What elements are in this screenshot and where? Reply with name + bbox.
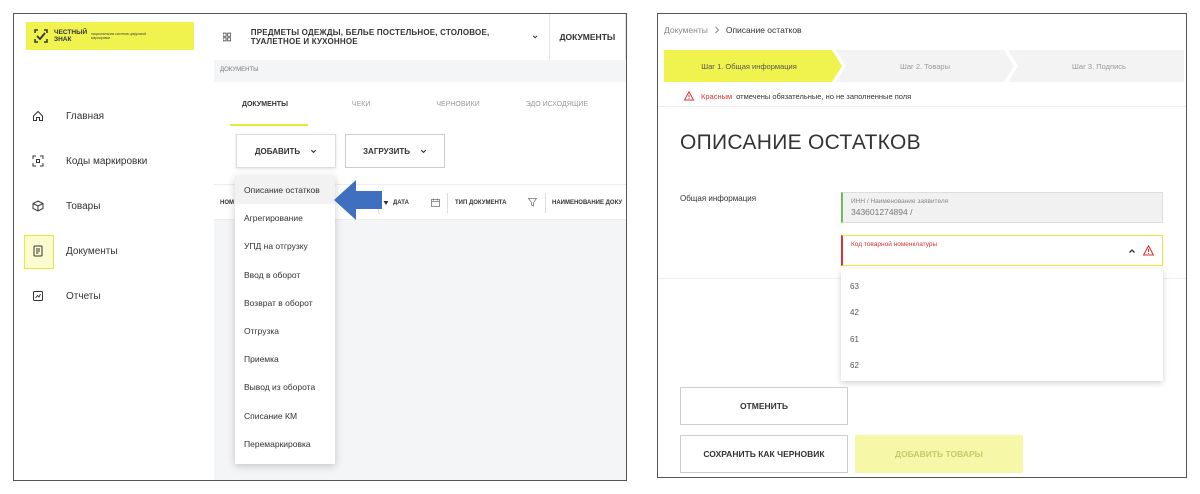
- sidebar-item-codes[interactable]: Коды маркировки: [24, 145, 214, 177]
- step-3-sign[interactable]: Шаг 3. Подпись: [1014, 50, 1184, 82]
- calendar-icon[interactable]: [431, 198, 440, 207]
- upload-button[interactable]: ЗАГРУЗИТЬ: [345, 134, 445, 168]
- warning-icon: [684, 91, 694, 101]
- step-1-general[interactable]: Шаг 1. Общая информация: [664, 50, 834, 82]
- step-2-goods[interactable]: Шаг 2. Товары: [842, 50, 1008, 82]
- divider: [548, 14, 550, 60]
- menu-item-return[interactable]: Возврат в оборот: [235, 289, 335, 317]
- menu-item-writeoff[interactable]: Списание КМ: [235, 402, 335, 430]
- home-icon: [33, 110, 43, 121]
- add-button-label: ДОБАВИТЬ: [254, 146, 301, 156]
- menu-item-stock-description[interactable]: Описание остатков: [235, 176, 335, 205]
- breadcrumb: Документы Описание остатков: [664, 25, 802, 35]
- warning-icon: [1143, 245, 1154, 256]
- chevron-down-icon[interactable]: [532, 33, 538, 41]
- chevron-down-icon: [420, 149, 427, 153]
- menu-item-upd-shipment[interactable]: УПД на отгрузку: [235, 232, 335, 260]
- breadcrumb: ДОКУМЕНТЫ: [220, 67, 259, 73]
- tab-receipts[interactable]: ЧЕКИ: [352, 82, 370, 126]
- sidebar-item-label: Отчеты: [66, 290, 101, 302]
- topbar-documents-link[interactable]: ДОКУМЕНТЫ: [559, 32, 615, 42]
- upload-button-label: ЗАГРУЗИТЬ: [363, 146, 410, 156]
- code-option[interactable]: 61: [841, 326, 1163, 353]
- right-screenshot-panel: Документы Описание остатков Шаг 1. Общая…: [657, 13, 1187, 478]
- tab-drafts[interactable]: ЧЕРНОВИКИ: [436, 82, 479, 126]
- chevron-up-icon[interactable]: [1128, 248, 1136, 254]
- sidebar-item-reports[interactable]: Отчеты: [24, 280, 214, 312]
- column-header-date[interactable]: ДАТА: [393, 185, 409, 221]
- cancel-button[interactable]: ОТМЕНИТЬ: [680, 387, 848, 425]
- stepper: Шаг 1. Общая информация Шаг 2. Товары Ша…: [664, 50, 1184, 82]
- product-code-label: Код товарной номенклатуры: [851, 241, 938, 248]
- tabs-bar: ДОКУМЕНТЫ ЧЕКИ ЧЕРНОВИКИ ЭДО ИСХОДЯЩИЕ: [214, 82, 626, 126]
- required-notice-red: Красным: [701, 91, 733, 101]
- divider: [625, 14, 626, 60]
- add-button[interactable]: ДОБАВИТЬ: [236, 134, 336, 168]
- divider: [658, 106, 1186, 107]
- tab-edo-outgoing[interactable]: ЭДО ИСХОДЯЩИЕ: [526, 82, 588, 126]
- sidebar-item-home[interactable]: Главная: [24, 100, 214, 132]
- qr-scan-icon: [32, 155, 44, 167]
- required-fields-notice: Красным отмечены обязательные, но не зап…: [684, 91, 911, 101]
- code-option[interactable]: 42: [841, 300, 1163, 327]
- sidebar-item-documents[interactable]: Документы: [24, 235, 214, 269]
- column-header-doc-name[interactable]: НАИМЕНОВАНИЕ ДОКУ: [552, 185, 622, 221]
- filter-icon[interactable]: [528, 198, 537, 207]
- menu-item-acceptance[interactable]: Приемка: [235, 345, 335, 373]
- code-option[interactable]: 63: [841, 273, 1163, 300]
- chevron-right-icon: [714, 26, 720, 34]
- report-icon: [33, 291, 43, 301]
- tab-documents[interactable]: ДОКУМЕНТЫ: [230, 82, 308, 126]
- grid-icon[interactable]: [223, 32, 231, 42]
- product-code-select[interactable]: Код товарной номенклатуры: [841, 235, 1163, 266]
- product-category-select[interactable]: ПРЕДМЕТЫ ОДЕЖДЫ, БЕЛЬЕ ПОСТЕЛЬНОЕ, СТОЛО…: [251, 28, 523, 46]
- logo[interactable]: ЧЕСТНЫЙ ЗНАК национальная система цифров…: [26, 22, 194, 50]
- document-icon: [33, 245, 43, 257]
- inn-field-value: 343601274894 /: [851, 207, 913, 217]
- column-header-doc-type[interactable]: ТИП ДОКУМЕНТА: [455, 185, 506, 221]
- page-title: ОПИСАНИЕ ОСТАТКОВ: [680, 131, 921, 154]
- inn-field: ИНН / Наименование заявителя 34360127489…: [841, 192, 1163, 223]
- required-notice-text: отмечены обязательные, но не заполненные…: [736, 91, 912, 101]
- column-header-number[interactable]: НОМ: [220, 185, 234, 221]
- logo-mark-icon: [34, 29, 48, 43]
- section-label: Общая информация: [680, 194, 757, 203]
- add-goods-button[interactable]: ДОБАВИТЬ ТОВАРЫ: [855, 435, 1023, 473]
- product-code-options: 63 42 61 62: [841, 269, 1163, 381]
- save-draft-button[interactable]: СОХРАНИТЬ КАК ЧЕРНОВИК: [680, 435, 848, 473]
- add-dropdown-menu: Описание остатков Агрегирование УПД на о…: [235, 176, 335, 464]
- breadcrumb-parent-link[interactable]: Документы: [664, 25, 708, 35]
- sidebar-item-goods[interactable]: Товары: [24, 190, 214, 222]
- menu-item-shipment[interactable]: Отгрузка: [235, 317, 335, 345]
- sidebar-item-label: Главная: [66, 110, 105, 122]
- divider: [447, 193, 448, 213]
- sidebar-item-label: Документы: [66, 245, 118, 257]
- menu-item-aggregation[interactable]: Агрегирование: [235, 204, 335, 232]
- chevron-down-icon: [311, 149, 317, 153]
- inn-field-label: ИНН / Наименование заявителя: [851, 198, 949, 205]
- logo-main-text: ЧЕСТНЫЙ ЗНАК: [54, 29, 88, 43]
- sidebar-item-label: Товары: [66, 200, 101, 212]
- pointer-arrow-icon: [334, 180, 382, 220]
- code-option[interactable]: 62: [841, 353, 1163, 380]
- breadcrumb-current: Описание остатков: [725, 25, 802, 35]
- menu-item-introduce[interactable]: Ввод в оборот: [235, 261, 335, 289]
- logo-sub-text: национальная система цифровой маркировки: [91, 32, 147, 40]
- menu-item-remark[interactable]: Перемаркировка: [235, 430, 335, 458]
- menu-item-withdraw[interactable]: Вывод из оборота: [235, 373, 335, 401]
- left-screenshot-panel: ЧЕСТНЫЙ ЗНАК национальная система цифров…: [13, 13, 627, 481]
- sidebar-item-label: Коды маркировки: [66, 155, 148, 167]
- box-icon: [32, 200, 44, 212]
- sidebar-nav: Главная Коды маркировки Товары Документы: [24, 100, 214, 325]
- topbar: ПРЕДМЕТЫ ОДЕЖДЫ, БЕЛЬЕ ПОСТЕЛЬНОЕ, СТОЛО…: [209, 14, 626, 60]
- divider: [545, 193, 546, 213]
